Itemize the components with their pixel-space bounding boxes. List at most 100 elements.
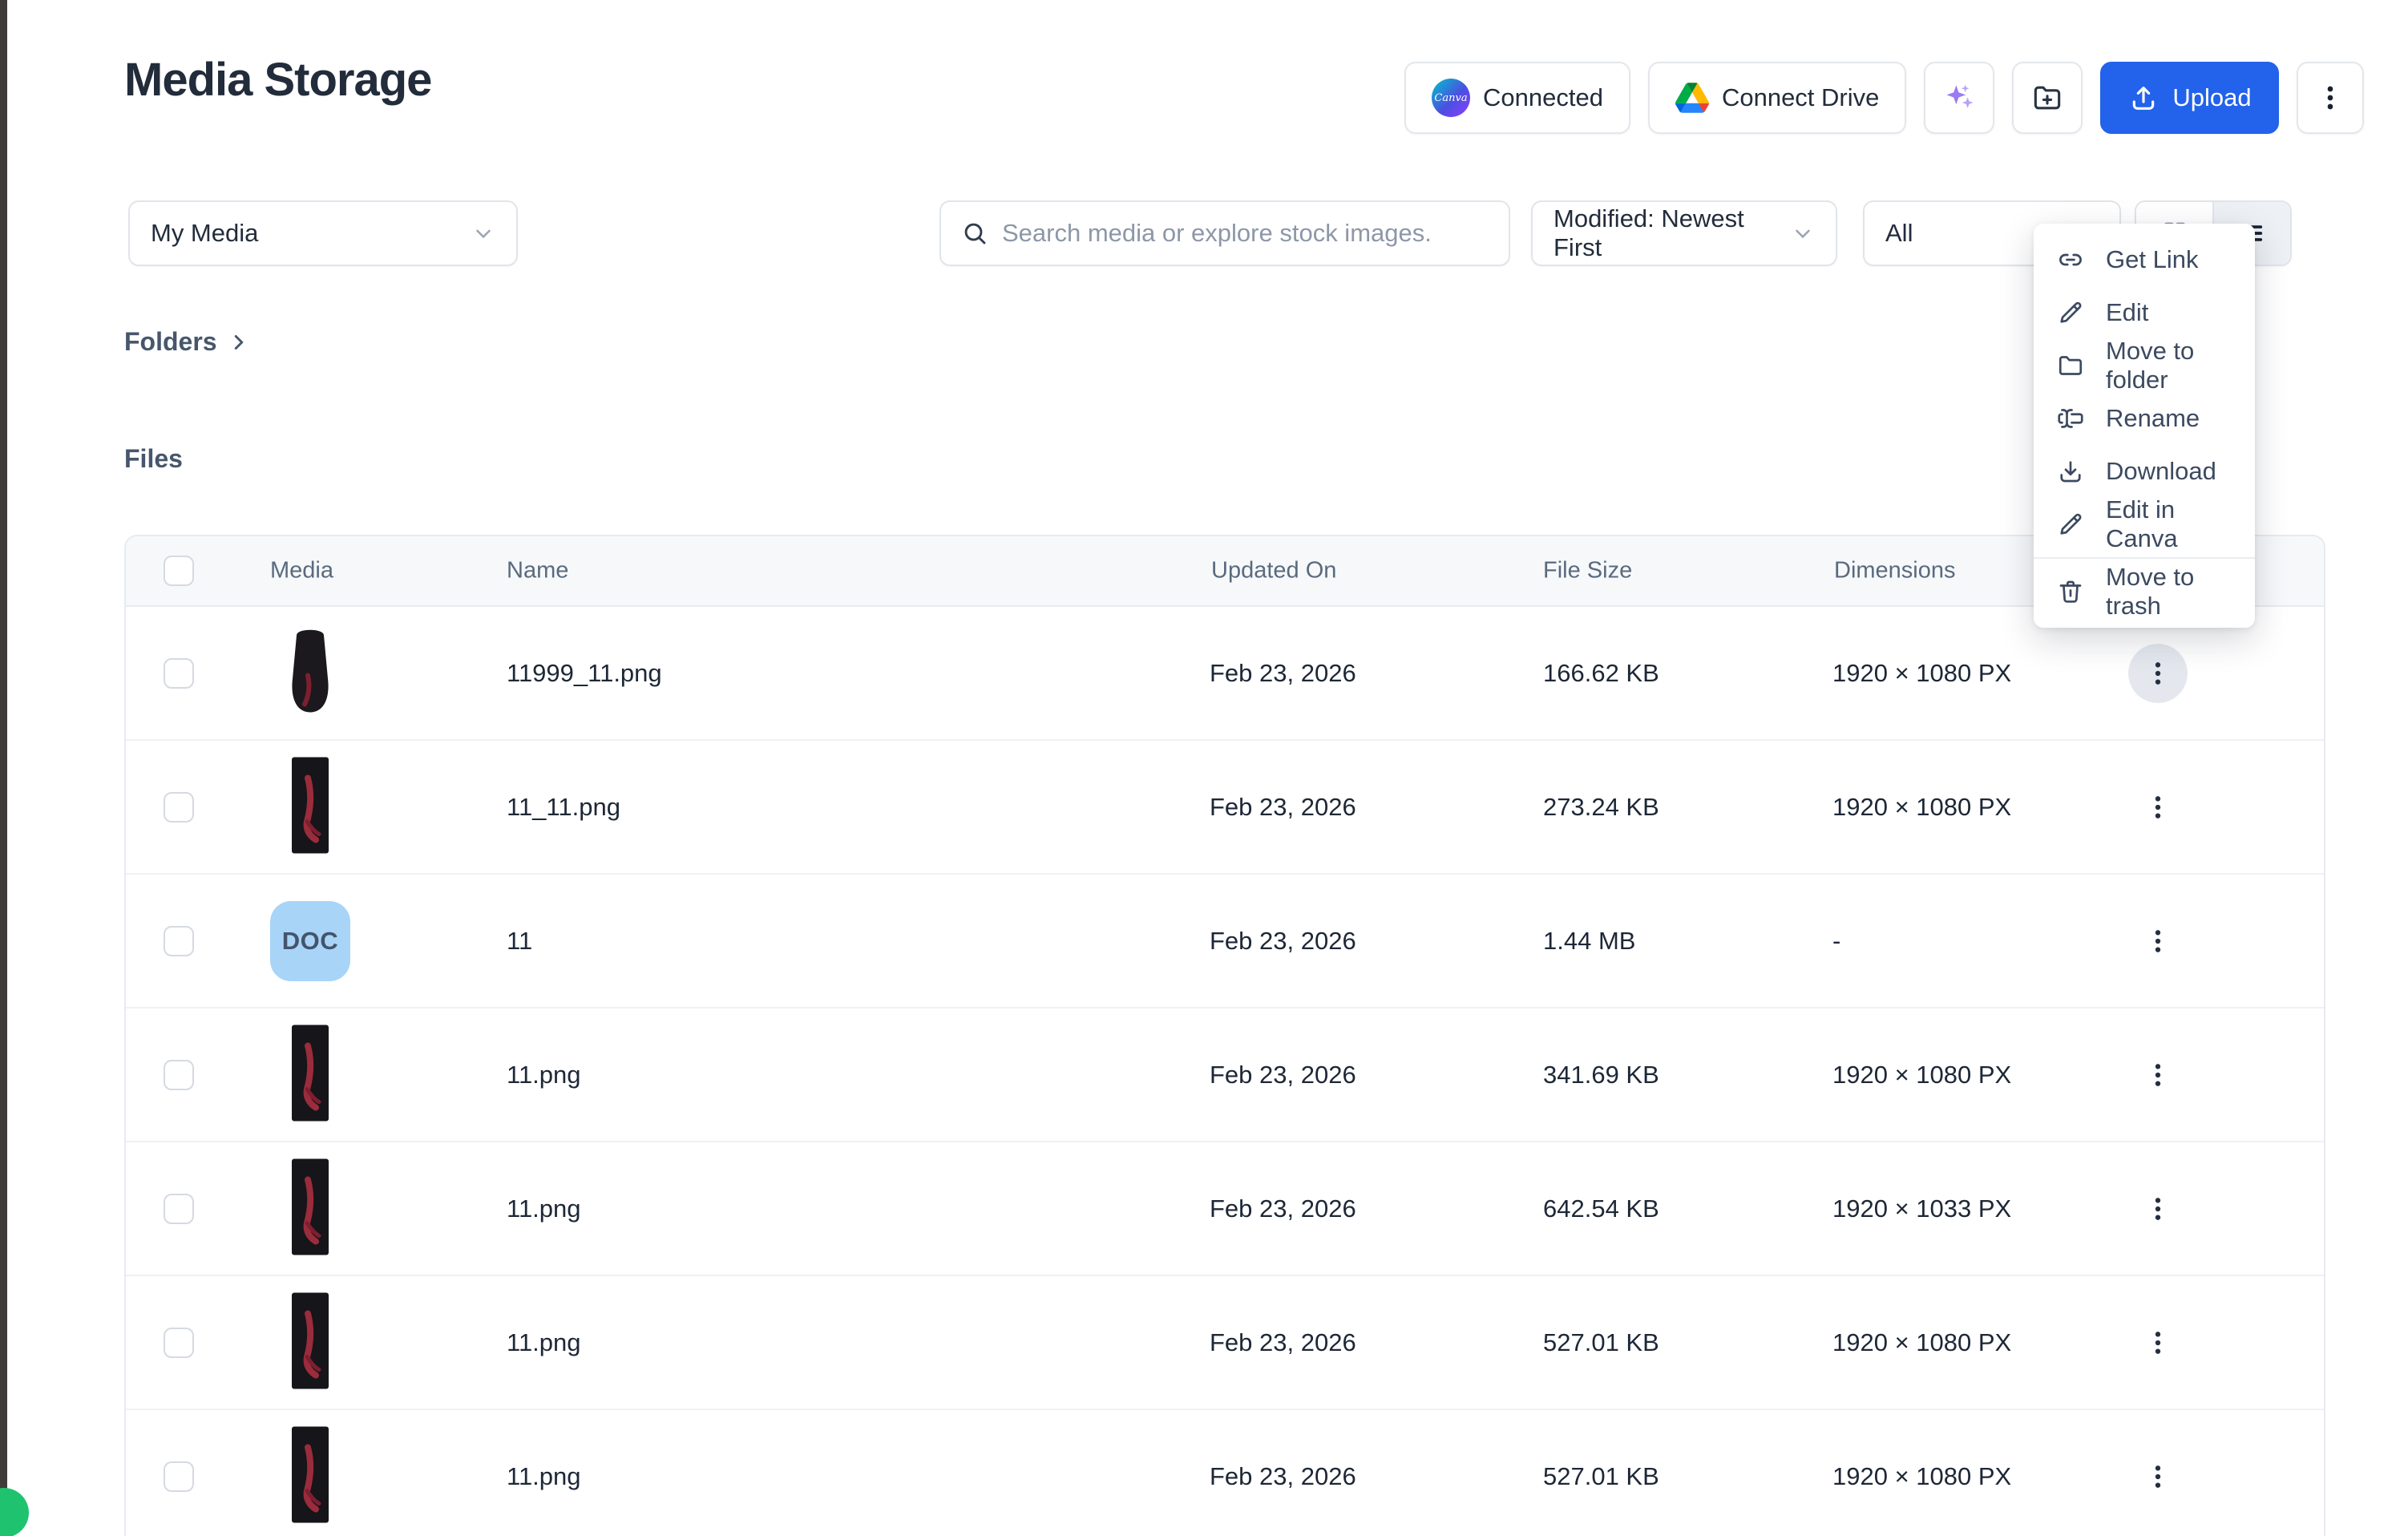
table-row[interactable]: 11.png Feb 23, 2026 642.54 KB 1920 × 103… bbox=[126, 1142, 2324, 1276]
file-dimensions: - bbox=[1832, 927, 1840, 956]
table-row[interactable]: DOC 11 Feb 23, 2026 1.44 MB - bbox=[126, 875, 2324, 1009]
file-thumbnail bbox=[284, 625, 337, 721]
row-checkbox[interactable] bbox=[164, 1328, 194, 1358]
file-size: 273.24 KB bbox=[1543, 793, 1659, 822]
menu-item-label: Get Link bbox=[2106, 245, 2198, 274]
file-dimensions: 1920 × 1080 PX bbox=[1832, 1061, 2011, 1089]
row-checkbox[interactable] bbox=[164, 1060, 194, 1090]
row-checkbox[interactable] bbox=[164, 1194, 194, 1224]
collapsed-sidebar-edge bbox=[0, 0, 7, 1536]
file-size: 166.62 KB bbox=[1543, 659, 1659, 688]
canva-connected-button[interactable]: Canva Connected bbox=[1404, 62, 1630, 134]
table-row[interactable]: 11.png Feb 23, 2026 527.01 KB 1920 × 108… bbox=[126, 1410, 2324, 1536]
file-updated-on: Feb 23, 2026 bbox=[1210, 927, 1356, 956]
sort-value: Modified: Newest First bbox=[1553, 204, 1791, 262]
chevron-right-icon bbox=[227, 330, 251, 354]
row-menu-button[interactable] bbox=[2128, 644, 2188, 703]
add-folder-button[interactable] bbox=[2012, 62, 2083, 134]
files-section-label: Files bbox=[124, 444, 183, 474]
type-filter-value: All bbox=[1885, 219, 1913, 248]
upload-icon bbox=[2127, 82, 2160, 114]
upload-button[interactable]: Upload bbox=[2100, 62, 2278, 134]
file-dimensions: 1920 × 1080 PX bbox=[1832, 1328, 2011, 1357]
file-updated-on: Feb 23, 2026 bbox=[1210, 793, 1356, 822]
chat-widget-button[interactable] bbox=[0, 1488, 29, 1536]
file-size: 642.54 KB bbox=[1543, 1194, 1659, 1223]
chevron-down-icon bbox=[471, 221, 495, 245]
row-menu-button[interactable] bbox=[2128, 1179, 2188, 1239]
row-menu-button[interactable] bbox=[2128, 1447, 2188, 1506]
file-thumbnail bbox=[292, 1158, 329, 1259]
row-checkbox[interactable] bbox=[164, 1461, 194, 1492]
menu-item-edit-in-canva[interactable]: Edit in Canva bbox=[2034, 498, 2255, 551]
header-more-options-button[interactable] bbox=[2297, 62, 2364, 134]
row-menu-button[interactable] bbox=[2128, 911, 2188, 971]
canva-icon: Canva bbox=[1432, 79, 1470, 117]
connected-label: Connected bbox=[1483, 83, 1603, 112]
files-table: Media Name Updated On File Size Dimensio… bbox=[124, 535, 2325, 1536]
file-updated-on: Feb 23, 2026 bbox=[1210, 1328, 1356, 1357]
table-row[interactable]: 11999_11.png Feb 23, 2026 166.62 KB 1920… bbox=[126, 607, 2324, 741]
file-updated-on: Feb 23, 2026 bbox=[1210, 1462, 1356, 1491]
google-drive-icon bbox=[1675, 83, 1709, 113]
menu-item-label: Move to trash bbox=[2106, 563, 2232, 620]
file-dimensions: 1920 × 1080 PX bbox=[1832, 793, 2011, 822]
sparkles-icon bbox=[1941, 80, 1977, 115]
upload-label: Upload bbox=[2172, 83, 2251, 112]
doc-badge: DOC bbox=[270, 901, 350, 981]
column-header-dimensions: Dimensions bbox=[1834, 558, 1956, 584]
row-menu-button[interactable] bbox=[2128, 1045, 2188, 1105]
file-thumbnail bbox=[292, 1426, 329, 1526]
row-menu-button[interactable] bbox=[2128, 1313, 2188, 1372]
ai-sparkles-button[interactable] bbox=[1924, 62, 1994, 134]
row-checkbox[interactable] bbox=[164, 926, 194, 956]
folders-section-toggle[interactable]: Folders bbox=[124, 327, 251, 357]
files-table-body: 11999_11.png Feb 23, 2026 166.62 KB 1920… bbox=[126, 607, 2324, 1536]
folders-label: Folders bbox=[124, 327, 217, 357]
row-checkbox[interactable] bbox=[164, 658, 194, 689]
add-folder-icon bbox=[2030, 80, 2065, 115]
menu-item-label: Rename bbox=[2106, 404, 2200, 433]
file-size: 527.01 KB bbox=[1543, 1462, 1659, 1491]
files-label: Files bbox=[124, 444, 183, 474]
file-dimensions: 1920 × 1080 PX bbox=[1832, 659, 2011, 688]
menu-item-edit[interactable]: Edit bbox=[2034, 286, 2255, 339]
header-actions: Canva Connected Connect Drive bbox=[1404, 62, 2364, 134]
file-name: 11 bbox=[507, 927, 532, 956]
connect-drive-button[interactable]: Connect Drive bbox=[1648, 62, 1906, 134]
collection-select[interactable]: My Media bbox=[128, 200, 518, 266]
chevron-down-icon bbox=[1791, 221, 1815, 245]
column-header-file-size: File Size bbox=[1543, 558, 1632, 584]
menu-item-move-to-trash[interactable]: Move to trash bbox=[2034, 565, 2255, 618]
file-size: 1.44 MB bbox=[1543, 927, 1635, 956]
files-table-header: Media Name Updated On File Size Dimensio… bbox=[126, 536, 2324, 607]
search-input[interactable] bbox=[1000, 218, 1489, 249]
column-header-name: Name bbox=[507, 558, 568, 584]
menu-item-move-to-folder[interactable]: Move to folder bbox=[2034, 339, 2255, 392]
table-row[interactable]: 11.png Feb 23, 2026 527.01 KB 1920 × 108… bbox=[126, 1276, 2324, 1410]
file-thumbnail bbox=[292, 757, 329, 857]
menu-item-rename[interactable]: Rename bbox=[2034, 392, 2255, 445]
table-row[interactable]: 11.png Feb 23, 2026 341.69 KB 1920 × 108… bbox=[126, 1009, 2324, 1142]
file-thumbnail bbox=[292, 1292, 329, 1393]
select-all-checkbox[interactable] bbox=[164, 556, 194, 586]
file-updated-on: Feb 23, 2026 bbox=[1210, 659, 1356, 688]
sort-select[interactable]: Modified: Newest First bbox=[1531, 200, 1837, 266]
kebab-icon bbox=[2314, 82, 2346, 114]
file-name: 11.png bbox=[507, 1462, 581, 1491]
file-size: 341.69 KB bbox=[1543, 1061, 1659, 1089]
row-menu-button[interactable] bbox=[2128, 778, 2188, 837]
connect-drive-label: Connect Drive bbox=[1722, 83, 1879, 112]
rename-icon bbox=[2056, 404, 2085, 433]
row-checkbox[interactable] bbox=[164, 792, 194, 823]
menu-item-get-link[interactable]: Get Link bbox=[2034, 233, 2255, 286]
file-context-menu: Get Link Edit Move to folder Rename Down… bbox=[2034, 224, 2255, 628]
search-bar bbox=[939, 200, 1510, 266]
menu-item-label: Edit bbox=[2106, 298, 2148, 327]
media-storage-page: Media Storage Canva Connected Connect Dr… bbox=[0, 0, 2408, 1536]
menu-item-label: Edit in Canva bbox=[2106, 495, 2232, 553]
table-row[interactable]: 11_11.png Feb 23, 2026 273.24 KB 1920 × … bbox=[126, 741, 2324, 875]
file-thumbnail bbox=[292, 1025, 329, 1125]
menu-item-download[interactable]: Download bbox=[2034, 445, 2255, 498]
page-title: Media Storage bbox=[124, 53, 431, 107]
